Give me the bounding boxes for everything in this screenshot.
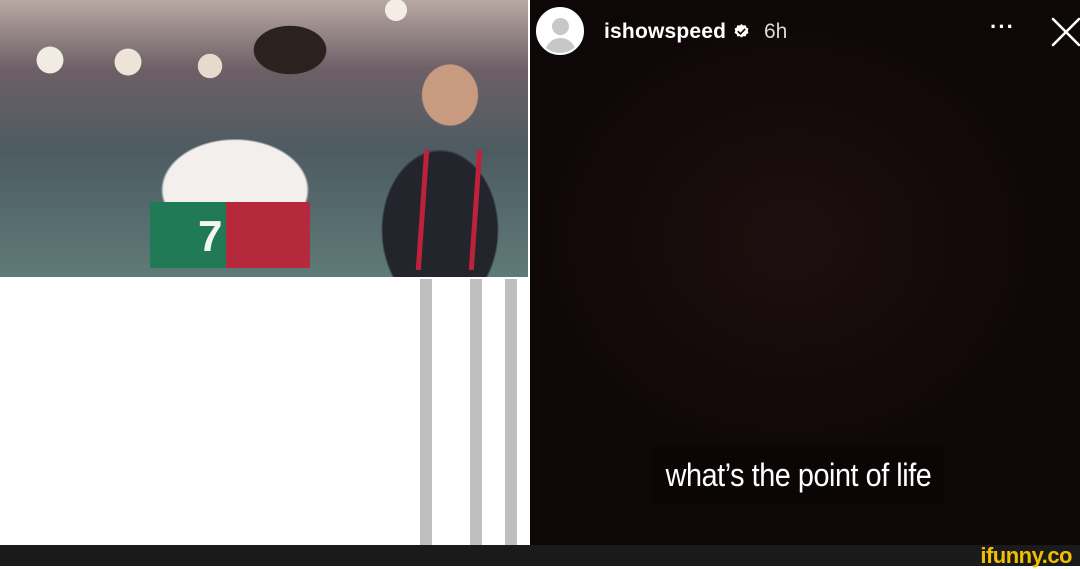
photo-top-panel: 7 (0, 0, 528, 277)
default-avatar-icon[interactable] (536, 7, 584, 55)
photo-bottom-panel (0, 279, 528, 545)
story-timestamp: 6h (764, 20, 788, 43)
jersey-number: 7 (198, 212, 223, 261)
jersey-stripe (150, 202, 310, 268)
story-viewer[interactable]: ishowspeed 6h ··· what’s the point of li… (530, 0, 1080, 545)
watermark-bar: ifunny.co (0, 543, 1080, 568)
story-username[interactable]: ishowspeed (604, 20, 726, 44)
verified-badge-icon (734, 24, 749, 38)
lanyard (415, 150, 483, 270)
story-caption: what’s the point of life (652, 445, 945, 505)
ifunny-watermark: ifunny.co (980, 543, 1072, 568)
more-options-icon[interactable]: ··· (990, 14, 1015, 40)
close-icon[interactable] (1050, 16, 1080, 48)
curtain-fold (505, 279, 517, 545)
curtain-fold (420, 279, 432, 545)
curtain-fold (470, 279, 482, 545)
